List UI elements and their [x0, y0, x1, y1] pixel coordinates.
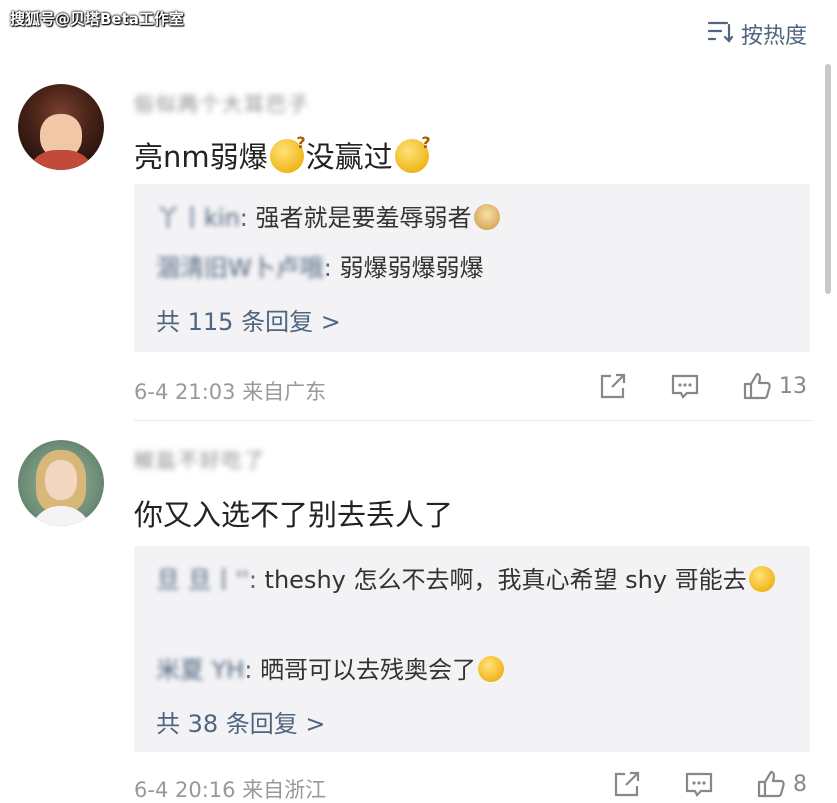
comment-meta: 6-4 20:16 来自浙江 [134, 774, 326, 803]
comment-time: 6-4 21:03 [134, 380, 236, 404]
watermark: 搜狐号@贝塔Beta工作室 [10, 10, 184, 28]
thinking-emoji-icon [269, 133, 306, 173]
share-icon [600, 373, 626, 399]
comment-username[interactable]: 俗似两个大耳巴子 [134, 88, 310, 116]
sort-by-hot-button[interactable]: 按热度 [707, 18, 807, 50]
like-count: 8 [793, 771, 807, 797]
comment-actions: 13 [557, 370, 807, 402]
avatar[interactable] [18, 84, 104, 170]
crying-emoji-icon [748, 566, 775, 592]
reply-text: 强者就是要羞辱弱者 [255, 204, 472, 232]
comment-text: 亮nm弱爆没赢过 [134, 133, 431, 176]
replies-box: 丫丨kin: 强者就是要羞辱弱者 涸淸旧W卜卢哦: 弱爆弱爆弱爆 共 115 条… [134, 184, 810, 352]
share-icon [614, 771, 640, 797]
reply-button[interactable] [683, 768, 715, 800]
comment-username[interactable]: 椒盐不好吃了 [134, 444, 266, 472]
reply-item[interactable]: 涸淸旧W卜卢哦: 弱爆弱爆弱爆 [156, 248, 790, 288]
view-all-replies-link[interactable]: 共 115 条回复 > [156, 302, 341, 337]
sort-label: 按热度 [740, 24, 807, 49]
share-button[interactable] [597, 370, 629, 402]
comment-meta: 6-4 21:03 来自广东 [134, 376, 326, 406]
like-button[interactable]: 8 [755, 768, 807, 800]
avatar[interactable] [18, 440, 104, 526]
like-button[interactable]: 13 [741, 370, 807, 402]
scrollbar[interactable] [825, 64, 831, 294]
share-button[interactable] [611, 768, 643, 800]
reply-item[interactable]: 米夏 YH: 晒哥可以去残奥会了 [156, 650, 790, 690]
reply-item[interactable]: 丫丨kin: 强者就是要羞辱弱者 [156, 198, 790, 238]
reply-button[interactable] [669, 370, 701, 402]
comment-actions: 8 [571, 768, 807, 800]
reply-text: 弱爆弱爆弱爆 [339, 254, 484, 282]
thinking-emoji-icon [394, 133, 431, 173]
comment-icon [685, 772, 713, 797]
view-all-replies-link[interactable]: 共 38 条回复 > [156, 704, 326, 739]
comment-location: 来自广东 [242, 380, 327, 404]
reply-item[interactable]: 旦 旦丨'': theshy 怎么不去啊，我真心希望 shy 哥能去 [156, 560, 790, 600]
reply-text: 晒哥可以去残奥会了 [260, 656, 477, 684]
thumbs-up-icon [757, 770, 785, 798]
reply-username[interactable]: 涸淸旧W卜卢哦 [156, 254, 324, 282]
reply-text: theshy 怎么不去啊，我真心希望 shy 哥能去 [264, 566, 747, 594]
comment-time: 6-4 20:16 [134, 778, 236, 802]
reply-username[interactable]: 丫丨kin [156, 204, 240, 232]
replies-box: 旦 旦丨'': theshy 怎么不去啊，我真心希望 shy 哥能去 米夏 YH… [134, 546, 810, 752]
comment-divider [134, 420, 813, 421]
crying-emoji-icon [478, 656, 505, 682]
comment-text: 你又入选不了别去丢人了 [134, 498, 454, 532]
reply-username[interactable]: 旦 旦丨'' [156, 566, 249, 594]
comment-location: 来自浙江 [242, 778, 327, 802]
sort-icon [707, 19, 734, 49]
like-count: 13 [779, 373, 807, 399]
thumbs-up-icon [743, 372, 771, 400]
doge-emoji-icon [473, 204, 500, 230]
reply-username[interactable]: 米夏 YH [156, 656, 244, 684]
comment-icon [671, 374, 699, 399]
